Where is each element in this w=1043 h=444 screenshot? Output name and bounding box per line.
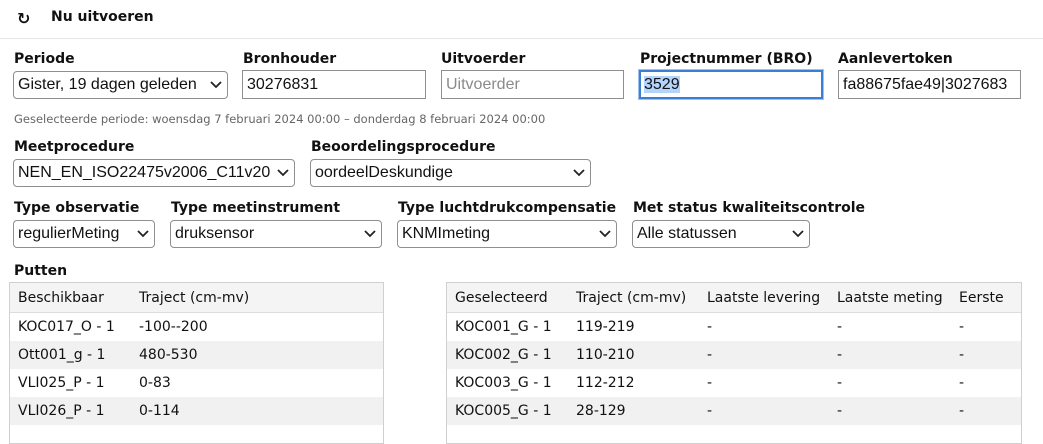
putten-title: Putten bbox=[14, 263, 68, 279]
available-wells-table: Beschikbaar Traject (cm-mv) KOC017_O - 1… bbox=[9, 282, 384, 444]
chevron-down-icon bbox=[599, 230, 611, 238]
well-name: KOC003_G - 1 bbox=[455, 375, 552, 391]
aanlevertoken-input[interactable]: fa88675fae49|3027683 bbox=[838, 70, 1021, 99]
meetprocedure-select[interactable]: NEN_EN_ISO22475v2006_C11v20 bbox=[13, 159, 295, 187]
eerste: - bbox=[951, 341, 1021, 369]
table-row[interactable]: KOC003_G - 1 112-212 - - - bbox=[447, 369, 1021, 397]
periode-label: Periode bbox=[14, 51, 75, 67]
traject: 119-219 bbox=[576, 319, 635, 335]
type-meetinstrument-label: Type meetinstrument bbox=[171, 200, 341, 216]
traject: 28-129 bbox=[568, 397, 699, 425]
column-header[interactable]: Eerste bbox=[951, 283, 1021, 313]
well-name: KOC001_G - 1 bbox=[455, 319, 552, 335]
laatste-levering: - bbox=[707, 375, 713, 391]
laatste-levering: - bbox=[699, 341, 829, 369]
traject: 110-210 bbox=[568, 341, 699, 369]
meetprocedure-label: Meetprocedure bbox=[14, 139, 135, 155]
eerste: - bbox=[951, 397, 1021, 425]
table-row[interactable]: KOC002_G - 1 110-210 - - - bbox=[447, 341, 1021, 369]
table-row[interactable]: VLI025_P - 1 0-83 bbox=[10, 369, 383, 397]
beoordelingsprocedure-select[interactable]: oordeelDeskundige bbox=[310, 159, 591, 187]
well-name: KOC005_G - 1 bbox=[447, 397, 568, 425]
column-header[interactable]: Traject (cm-mv) bbox=[131, 283, 383, 313]
selected-text: 3529 bbox=[644, 76, 680, 93]
well-name: KOC002_G - 1 bbox=[447, 341, 568, 369]
chevron-down-icon bbox=[573, 169, 585, 177]
chevron-down-icon bbox=[210, 81, 222, 89]
traject: 0-114 bbox=[131, 397, 383, 425]
laatste-meting: - bbox=[837, 375, 843, 391]
well-name: VLI025_P - 1 bbox=[18, 375, 105, 391]
column-header[interactable]: Laatste meting bbox=[829, 283, 951, 313]
type-observatie-select[interactable]: regulierMeting bbox=[13, 220, 155, 248]
eerste: - bbox=[959, 375, 965, 391]
traject: -100--200 bbox=[139, 319, 208, 335]
uitvoerder-label: Uitvoerder bbox=[441, 51, 526, 67]
period-hint: Geselecteerde periode: woensdag 7 februa… bbox=[14, 112, 546, 126]
laatste-levering: - bbox=[707, 319, 713, 335]
projectnummer-label: Projectnummer (BRO) bbox=[640, 51, 813, 67]
column-header[interactable]: Geselecteerd bbox=[447, 283, 568, 313]
beoordelingsprocedure-label: Beoordelingsprocedure bbox=[311, 139, 496, 155]
chevron-down-icon bbox=[277, 169, 289, 177]
table-row[interactable]: KOC017_O - 1 -100--200 bbox=[10, 313, 383, 342]
table-row[interactable]: KOC001_G - 1 119-219 - - - bbox=[447, 313, 1021, 342]
table-header-row: Beschikbaar Traject (cm-mv) bbox=[10, 283, 383, 313]
run-now-button[interactable]: Nu uitvoeren bbox=[51, 9, 154, 25]
periode-select[interactable]: Gister, 19 dagen geleden bbox=[13, 71, 228, 99]
eerste: - bbox=[959, 319, 965, 335]
table-row[interactable]: Ott001_g - 1 480-530 bbox=[10, 341, 383, 369]
refresh-icon[interactable]: ↻ bbox=[17, 9, 30, 28]
laatste-levering: - bbox=[699, 397, 829, 425]
chevron-down-icon bbox=[364, 230, 376, 238]
laatste-meting: - bbox=[829, 341, 951, 369]
chevron-down-icon bbox=[137, 230, 149, 238]
projectnummer-input[interactable]: 3529 bbox=[639, 70, 823, 99]
bronhouder-label: Bronhouder bbox=[243, 51, 337, 67]
column-header[interactable]: Laatste levering bbox=[699, 283, 829, 313]
uitvoerder-input[interactable]: Uitvoerder bbox=[441, 70, 624, 99]
traject: 112-212 bbox=[576, 375, 635, 391]
selected-wells-table: Geselecteerd Traject (cm-mv) Laatste lev… bbox=[446, 282, 1022, 444]
type-observatie-label: Type observatie bbox=[14, 200, 140, 216]
well-name: Ott001_g - 1 bbox=[10, 341, 131, 369]
column-header[interactable]: Beschikbaar bbox=[10, 283, 131, 313]
well-name: KOC017_O - 1 bbox=[18, 319, 115, 335]
toolbar: ↻ Nu uitvoeren bbox=[0, 0, 1043, 39]
traject: 0-83 bbox=[139, 375, 171, 391]
type-luchtdrukcompensatie-select[interactable]: KNMImeting bbox=[397, 220, 617, 248]
traject: 480-530 bbox=[131, 341, 383, 369]
table-row[interactable]: KOC005_G - 1 28-129 - - - bbox=[447, 397, 1021, 425]
type-luchtdrukcompensatie-label: Type luchtdrukcompensatie bbox=[398, 200, 617, 216]
type-meetinstrument-select[interactable]: druksensor bbox=[170, 220, 382, 248]
table-row[interactable]: VLI026_P - 1 0-114 bbox=[10, 397, 383, 425]
well-name: VLI026_P - 1 bbox=[10, 397, 131, 425]
column-header[interactable]: Traject (cm-mv) bbox=[568, 283, 699, 313]
aanlevertoken-label: Aanlevertoken bbox=[838, 51, 953, 67]
table-header-row: Geselecteerd Traject (cm-mv) Laatste lev… bbox=[447, 283, 1021, 313]
status-kwaliteitscontrole-select[interactable]: Alle statussen bbox=[632, 220, 810, 248]
bronhouder-input[interactable]: 30276831 bbox=[242, 70, 426, 99]
laatste-meting: - bbox=[829, 397, 951, 425]
status-kwaliteitscontrole-label: Met status kwaliteitscontrole bbox=[633, 200, 866, 216]
laatste-meting: - bbox=[837, 319, 843, 335]
chevron-down-icon bbox=[792, 230, 804, 238]
